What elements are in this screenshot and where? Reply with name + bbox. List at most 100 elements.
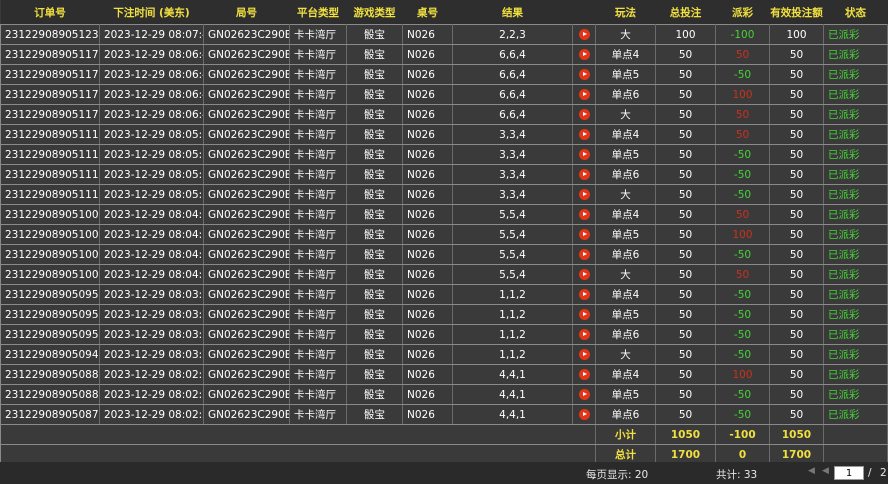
table-row: 2312290890511162023-12-29 08:05:52GN0262… [0, 164, 888, 185]
play-icon[interactable] [578, 249, 590, 260]
replay-cell [572, 264, 596, 285]
bet-play: 大 [595, 264, 656, 285]
table-number: N026 [402, 144, 453, 165]
col-platform-header[interactable]: 平台类型 [289, 0, 347, 25]
dice-result: 1,1,2 [452, 344, 573, 365]
table-number: N026 [402, 124, 453, 145]
col-table-header[interactable]: 桌号 [402, 0, 453, 25]
col-payout-header[interactable]: 派彩 [715, 0, 770, 25]
page-number-input[interactable] [834, 466, 864, 480]
bet-play: 大 [595, 24, 656, 45]
col-time-header[interactable]: 下注时间 (美东) [99, 0, 204, 25]
col-play-header[interactable]: 玩法 [595, 0, 656, 25]
play-icon[interactable] [578, 129, 590, 140]
settle-status: 已派彩 [823, 44, 888, 65]
col-game-header[interactable]: 游戏类型 [346, 0, 403, 25]
play-icon[interactable] [578, 189, 590, 200]
round-id: GN02623C290EV [203, 204, 290, 225]
table-row: 2312290890511762023-12-29 08:06:41GN0262… [0, 84, 888, 105]
bet-time: 2023-12-29 08:03:23 [99, 324, 204, 345]
replay-cell [572, 384, 596, 405]
replay-cell [572, 164, 596, 185]
replay-cell [572, 284, 596, 305]
play-icon[interactable] [578, 369, 590, 380]
table-number: N026 [402, 264, 453, 285]
table-number: N026 [402, 344, 453, 365]
play-icon[interactable] [578, 409, 590, 420]
play-icon[interactable] [578, 89, 590, 100]
order-id: 231229089051004 [0, 264, 100, 285]
table-row: 2312290890510042023-12-29 08:04:10GN0262… [0, 264, 888, 285]
table-row: 2312290890509512023-12-29 08:03:23GN0262… [0, 304, 888, 325]
play-icon[interactable] [578, 169, 590, 180]
order-id: 231229089050952 [0, 284, 100, 305]
order-id: 231229089051118 [0, 124, 100, 145]
col-status-header[interactable]: 状态 [823, 0, 888, 25]
play-icon[interactable] [578, 329, 590, 340]
bet-time: 2023-12-29 08:04:10 [99, 264, 204, 285]
table-number: N026 [402, 24, 453, 45]
bet-time: 2023-12-29 08:03:23 [99, 344, 204, 365]
play-icon[interactable] [578, 269, 590, 280]
bet-play: 单点5 [595, 224, 656, 245]
play-icon[interactable] [578, 109, 590, 120]
play-icon[interactable] [578, 69, 590, 80]
game-type: 骰宝 [346, 224, 403, 245]
dice-result: 4,4,1 [452, 384, 573, 405]
play-icon[interactable] [578, 149, 590, 160]
payout-amount: -50 [715, 384, 770, 405]
settle-status: 已派彩 [823, 364, 888, 385]
play-icon[interactable] [578, 49, 590, 60]
valid-bet-amount: 50 [769, 44, 824, 65]
dice-result: 5,5,4 [452, 224, 573, 245]
first-page-icon[interactable]: ◀ [808, 466, 815, 476]
table-row: 2312290890509502023-12-29 08:03:23GN0262… [0, 324, 888, 345]
col-round-header[interactable]: 局号 [203, 0, 290, 25]
platform-type: 卡卡湾厅 [289, 324, 347, 345]
replay-cell [572, 364, 596, 385]
page-separator: / [868, 467, 872, 479]
bet-time: 2023-12-29 08:04:10 [99, 244, 204, 265]
replay-cell [572, 324, 596, 345]
bet-records-table: 订单号 下注时间 (美东) 局号 平台类型 游戏类型 桌号 结果 玩法 总投注 … [0, 0, 888, 465]
col-valid-bet-header[interactable]: 有效投注额 [769, 0, 824, 25]
col-bet-header[interactable]: 总投注 [655, 0, 716, 25]
platform-type: 卡卡湾厅 [289, 204, 347, 225]
game-type: 骰宝 [346, 364, 403, 385]
platform-type: 卡卡湾厅 [289, 264, 347, 285]
round-id: GN02623C290EU [203, 344, 290, 365]
settle-status: 已派彩 [823, 284, 888, 305]
platform-type: 卡卡湾厅 [289, 384, 347, 405]
play-icon[interactable] [578, 309, 590, 320]
platform-type: 卡卡湾厅 [289, 44, 347, 65]
bet-time: 2023-12-29 08:03:23 [99, 304, 204, 325]
bet-play: 单点4 [595, 204, 656, 225]
col-result-header[interactable]: 结果 [452, 0, 573, 25]
play-icon[interactable] [578, 229, 590, 240]
round-id: GN02623C290EY [203, 84, 290, 105]
round-id: GN02623C290EV [203, 264, 290, 285]
play-icon[interactable] [578, 29, 590, 40]
valid-bet-amount: 50 [769, 304, 824, 325]
round-id: GN02623C290EV [203, 224, 290, 245]
bet-amount: 50 [655, 124, 716, 145]
round-id: GN02623C290EY [203, 104, 290, 125]
table-row: 2312290890510062023-12-29 08:04:10GN0262… [0, 224, 888, 245]
order-id: 231229089051237 [0, 24, 100, 45]
play-icon[interactable] [578, 289, 590, 300]
dice-result: 3,3,4 [452, 164, 573, 185]
replay-cell [572, 304, 596, 325]
platform-type: 卡卡湾厅 [289, 304, 347, 325]
col-order-header[interactable]: 订单号 [0, 0, 100, 25]
table-number: N026 [402, 64, 453, 85]
game-type: 骰宝 [346, 104, 403, 125]
prev-page-icon[interactable]: ◀ [822, 466, 829, 476]
play-icon[interactable] [578, 209, 590, 220]
order-id: 231229089051007 [0, 204, 100, 225]
order-id: 231229089051116 [0, 164, 100, 185]
play-icon[interactable] [578, 389, 590, 400]
order-id: 231229089051176 [0, 84, 100, 105]
settle-status: 已派彩 [823, 344, 888, 365]
game-type: 骰宝 [346, 144, 403, 165]
play-icon[interactable] [578, 349, 590, 360]
